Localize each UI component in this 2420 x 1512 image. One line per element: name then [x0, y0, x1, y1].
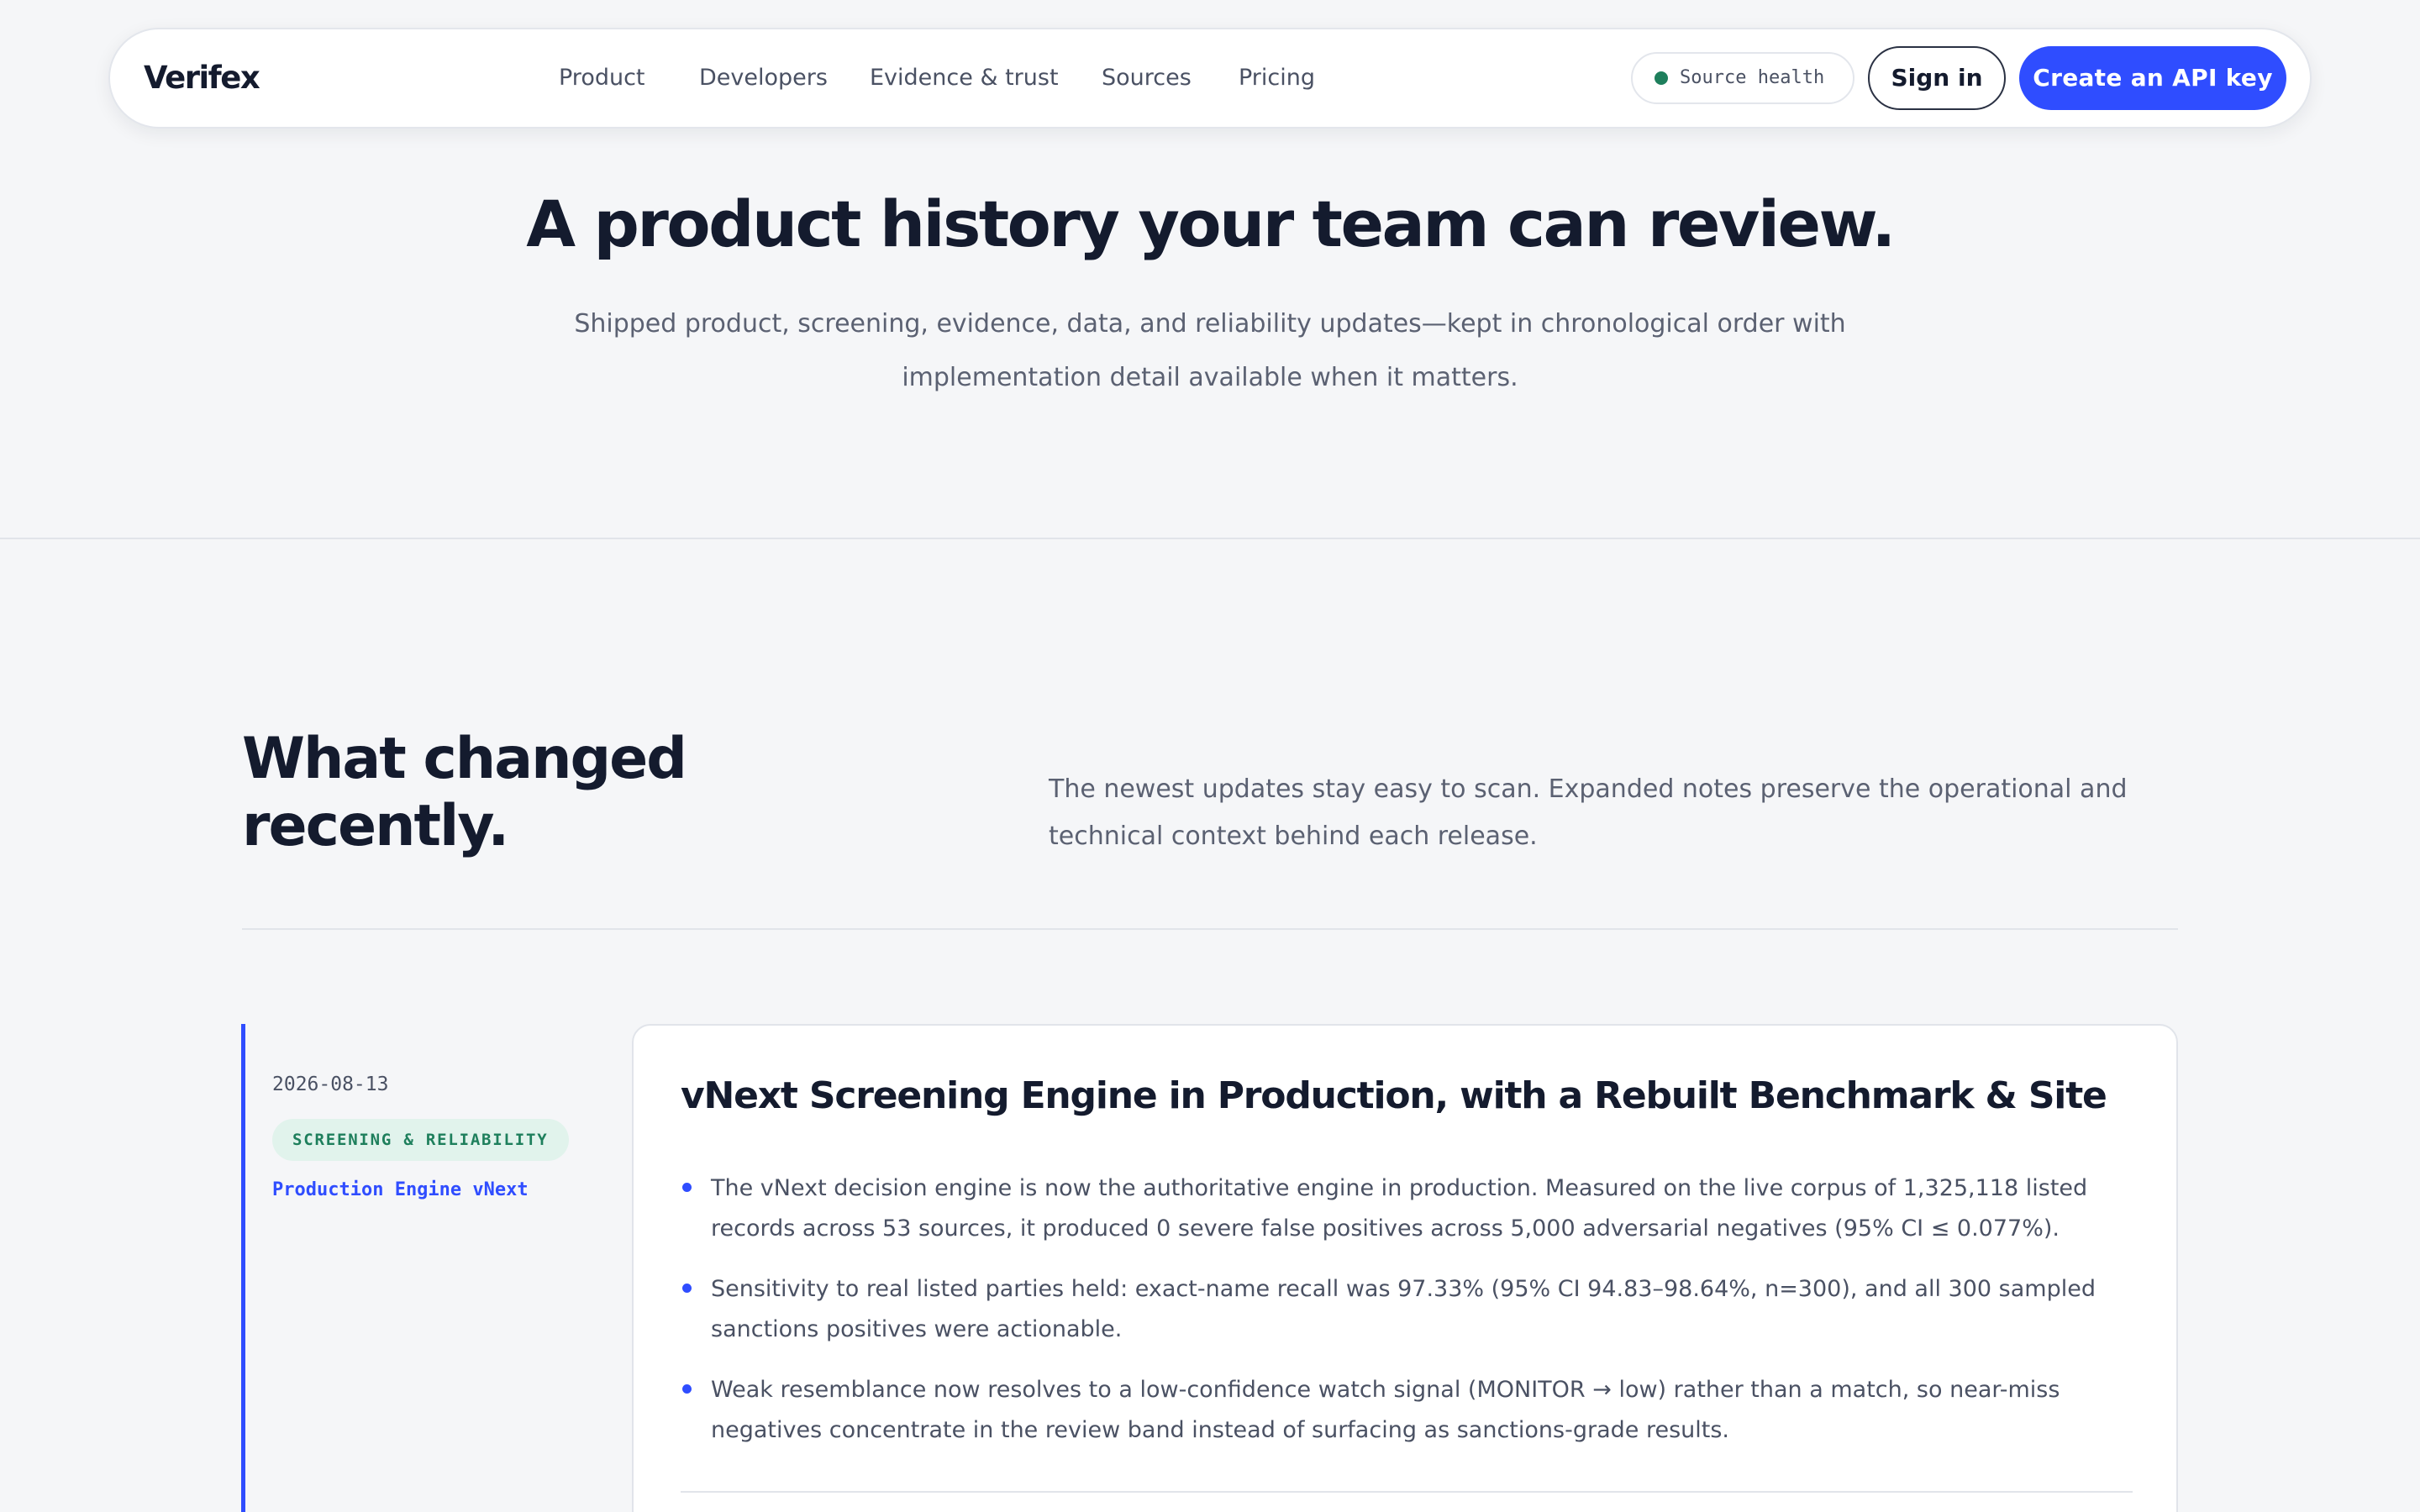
bullet-text: Sensitivity to real listed parties held:… [711, 1276, 2096, 1342]
top-navigation: Verifex Product Developers Evidence & tr… [108, 28, 2312, 129]
card-divider [681, 1491, 2133, 1493]
timeline-rail [241, 1024, 245, 1512]
version-link[interactable]: Production Engine vNext [272, 1179, 529, 1200]
bullet-dot-icon [682, 1183, 692, 1192]
category-badge: SCREENING & RELIABILITY [272, 1119, 569, 1161]
changelog-entry-card: vNext Screening Engine in Production, wi… [632, 1024, 2178, 1512]
bullet-dot-icon [682, 1384, 692, 1394]
section-divider [0, 538, 2420, 539]
status-dot-icon [1655, 71, 1668, 85]
source-health-button[interactable]: Source health [1631, 52, 1854, 104]
nav-link-evidence-trust[interactable]: Evidence & trust [870, 29, 1059, 127]
bullet-text: The vNext decision engine is now the aut… [711, 1175, 2088, 1242]
nav-link-developers[interactable]: Developers [699, 29, 828, 127]
sign-in-button[interactable]: Sign in [1868, 46, 2006, 110]
page-subtitle: Shipped product, screening, evidence, da… [574, 309, 1846, 392]
page-title: A product history your team can review. [526, 186, 1896, 261]
section-description: The newest updates stay easy to scan. Ex… [1049, 774, 2128, 851]
bullet-text: Weak resemblance now resolves to a low-c… [711, 1377, 2060, 1443]
list-item: The vNext decision engine is now the aut… [681, 1168, 2143, 1249]
nav-link-pricing[interactable]: Pricing [1239, 29, 1315, 127]
bullet-dot-icon [682, 1284, 692, 1293]
section-title: What changed recently. [242, 726, 687, 859]
create-api-key-button[interactable]: Create an API key [2019, 46, 2286, 110]
source-health-label: Source health [1680, 67, 1825, 88]
entry-date: 2026-08-13 [272, 1074, 389, 1095]
entry-title: vNext Screening Engine in Production, wi… [681, 1074, 2107, 1117]
section-rule [242, 928, 2178, 930]
nav-link-product[interactable]: Product [559, 29, 645, 127]
list-item: Weak resemblance now resolves to a low-c… [681, 1370, 2143, 1451]
nav-link-sources[interactable]: Sources [1102, 29, 1192, 127]
entry-bullets: The vNext decision engine is now the aut… [681, 1168, 2143, 1471]
list-item: Sensitivity to real listed parties held:… [681, 1269, 2143, 1350]
